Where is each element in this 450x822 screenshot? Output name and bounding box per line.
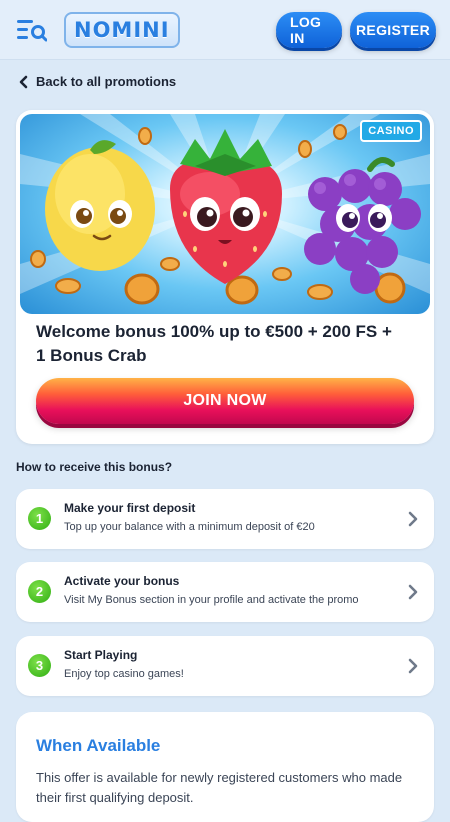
login-button[interactable]: LOG IN xyxy=(276,11,342,48)
logo-text: NOMINI xyxy=(74,17,170,42)
casino-badge: CASINO xyxy=(360,120,422,142)
step-title: Start Playing xyxy=(64,648,138,662)
step-card-2[interactable]: 2 Activate your bonus Visit My Bonus sec… xyxy=(16,562,434,622)
step-number-badge: 1 xyxy=(28,507,51,530)
howto-heading: How to receive this bonus? xyxy=(16,460,173,474)
step-number-badge: 3 xyxy=(28,654,51,677)
promo-title: Welcome bonus 100% up to €500 + 200 FS +… xyxy=(36,322,392,365)
chevron-right-icon xyxy=(408,584,418,600)
step-card-3[interactable]: 3 Start Playing Enjoy top casino games! xyxy=(16,636,434,696)
availability-text: This offer is available for newly regist… xyxy=(36,770,403,805)
promo-card: CASINO Welcome bonus 100% up to €500 + 2… xyxy=(16,110,434,444)
availability-title: When Available xyxy=(36,736,161,755)
step-number-badge: 2 xyxy=(28,580,51,603)
menu-search-icon xyxy=(17,19,47,41)
logo[interactable]: NOMINI xyxy=(64,11,180,48)
join-now-button[interactable]: JOIN NOW xyxy=(36,378,414,424)
top-header: NOMINI LOG IN REGISTER xyxy=(0,0,450,60)
chevron-right-icon xyxy=(408,511,418,527)
back-to-promotions-link[interactable]: Back to all promotions xyxy=(18,74,176,89)
menu-button[interactable] xyxy=(16,14,48,46)
register-button[interactable]: REGISTER xyxy=(350,11,436,48)
back-label: Back to all promotions xyxy=(36,74,177,89)
fruit-characters-illustration xyxy=(20,114,430,305)
chevron-left-icon xyxy=(19,75,28,88)
availability-card: When Available This offer is available f… xyxy=(16,712,434,822)
step-description: Top up your balance with a minimum depos… xyxy=(64,521,315,533)
step-title: Activate your bonus xyxy=(64,574,180,588)
step-title: Make your first deposit xyxy=(64,501,196,515)
step-description: Visit My Bonus section in your profile a… xyxy=(64,594,359,606)
promo-banner-image: CASINO xyxy=(20,114,430,314)
step-description: Enjoy top casino games! xyxy=(64,668,184,680)
chevron-right-icon xyxy=(408,658,418,674)
step-card-1[interactable]: 1 Make your first deposit Top up your ba… xyxy=(16,489,434,549)
